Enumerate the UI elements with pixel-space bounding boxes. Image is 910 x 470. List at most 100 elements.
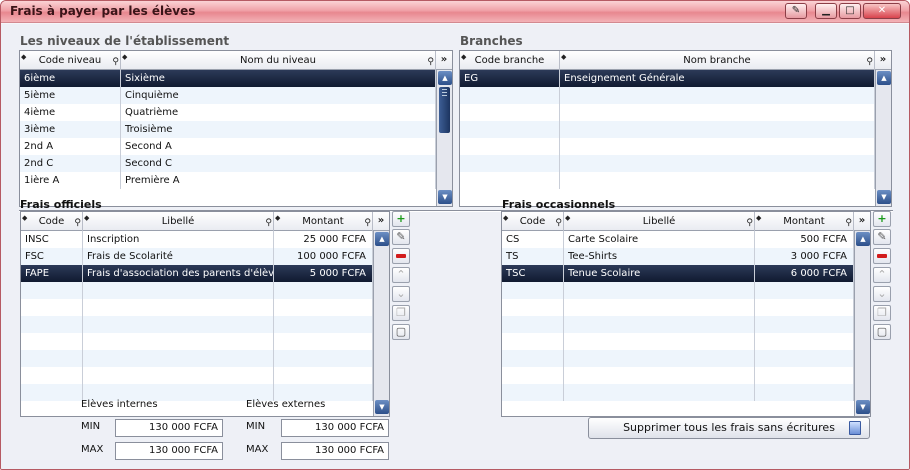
branches-col-nom[interactable]: ◆ Nom branche ⚲	[560, 51, 875, 70]
niveaux-col-nom[interactable]: ◆ Nom du niveau ⚲	[121, 51, 436, 70]
empty-row	[460, 87, 875, 104]
delete-all-fees-button[interactable]: Supprimer tous les frais sans écritures	[588, 417, 870, 439]
expand-chevrons-icon[interactable]: »	[854, 212, 870, 231]
internes-label: Elèves internes	[81, 399, 158, 410]
copy-officiel-button[interactable]: ❐	[392, 305, 410, 321]
table-cell	[274, 350, 373, 367]
table-cell	[21, 299, 83, 316]
table-cell	[564, 282, 755, 299]
table-row[interactable]: TSC Tenue Scolaire 6 000 FCFA	[502, 265, 854, 282]
scroll-thumb[interactable]	[439, 87, 450, 133]
table-cell: 500 FCFA	[755, 231, 854, 248]
title-bar[interactable]: Frais à payer par les élèves ✎ ▁ □ ✕	[1, 1, 909, 23]
occasionnels-col-montant[interactable]: ◆ Montant ⚲	[755, 212, 854, 231]
scroll-up-button[interactable]: ▲	[856, 232, 870, 246]
add-occasionnel-button[interactable]: +	[873, 211, 891, 227]
table-row[interactable]: EG Enseignement Générale	[460, 70, 875, 87]
table-cell	[460, 121, 560, 138]
table-row[interactable]: 6ième Sixième	[20, 70, 436, 87]
table-row[interactable]: TS Tee-Shirts 3 000 FCFA	[502, 248, 854, 265]
table-row[interactable]: 2nd A Second A	[20, 138, 436, 155]
table-row[interactable]: 1ière A Première A	[20, 172, 436, 189]
table-row[interactable]: CS Carte Scolaire 500 FCFA	[502, 231, 854, 248]
occasionnels-scrollbar[interactable]: ▲ ▼	[854, 231, 870, 416]
copy-occasionnel-button[interactable]: ❐	[873, 305, 891, 321]
table-cell	[83, 316, 274, 333]
externes-max-field[interactable]: 130 000 FCFA	[281, 442, 389, 460]
table-cell: 6 000 FCFA	[755, 265, 854, 282]
empty-row	[502, 367, 854, 384]
branches-col-code[interactable]: ◆ Code branche	[460, 51, 560, 70]
move-down-officiel-button[interactable]: ⌄	[392, 286, 410, 302]
content-area: Les niveaux de l'établissement ◆ Code ni…	[1, 24, 909, 469]
paste-occasionnel-button[interactable]: ▢	[873, 324, 891, 340]
table-cell	[564, 367, 755, 384]
officiels-col-code[interactable]: ◆ Code ⚲	[21, 212, 83, 231]
expand-chevrons-icon[interactable]: »	[875, 51, 891, 70]
empty-row	[21, 367, 373, 384]
occasionnels-col-libelle[interactable]: ◆ Libellé ⚲	[564, 212, 755, 231]
expand-chevrons-icon[interactable]: »	[373, 212, 389, 231]
empty-row	[21, 316, 373, 333]
table-cell: Quatrième	[121, 104, 436, 121]
table-row[interactable]: INSC Inscription 25 000 FCFA	[21, 231, 373, 248]
table-cell: 3ième	[20, 121, 121, 138]
occasionnels-col-code[interactable]: ◆ Code ⚲	[502, 212, 564, 231]
niveaux-col-code[interactable]: ◆ Code niveau ⚲	[20, 51, 121, 70]
main-window: Frais à payer par les élèves ✎ ▁ □ ✕ Les…	[0, 0, 910, 470]
table-cell	[460, 155, 560, 172]
delete-officiel-button[interactable]	[392, 248, 410, 264]
table-row[interactable]: 4ième Quatrième	[20, 104, 436, 121]
move-up-officiel-button[interactable]: ⌃	[392, 267, 410, 283]
table-cell	[755, 282, 854, 299]
scroll-down-button[interactable]: ▼	[375, 400, 389, 414]
officiels-scrollbar[interactable]: ▲ ▼	[373, 231, 389, 416]
empty-row	[460, 121, 875, 138]
trash-icon	[849, 421, 861, 435]
externes-label: Elèves externes	[246, 399, 326, 410]
internes-min-field[interactable]: 130 000 FCFA	[115, 419, 223, 437]
empty-row	[502, 384, 854, 401]
empty-row	[460, 104, 875, 121]
edit-occasionnel-button[interactable]: ✎	[873, 229, 891, 245]
tools-button[interactable]: ✎	[785, 3, 807, 19]
expand-chevrons-icon[interactable]: »	[436, 51, 452, 70]
externes-min-field[interactable]: 130 000 FCFA	[281, 419, 389, 437]
table-cell: Cinquième	[121, 87, 436, 104]
scroll-down-button[interactable]: ▼	[438, 190, 452, 204]
minimize-button[interactable]: ▁	[815, 3, 837, 19]
table-row[interactable]: 5ième Cinquième	[20, 87, 436, 104]
table-row[interactable]: 3ième Troisième	[20, 121, 436, 138]
scroll-up-button[interactable]: ▲	[438, 71, 452, 85]
internes-min-label: MIN	[81, 421, 101, 432]
edit-officiel-button[interactable]: ✎	[392, 229, 410, 245]
empty-row	[502, 282, 854, 299]
empty-row	[460, 138, 875, 155]
table-cell: Second A	[121, 138, 436, 155]
empty-row	[502, 333, 854, 350]
table-cell	[83, 333, 274, 350]
move-up-occasionnel-button[interactable]: ⌃	[873, 267, 891, 283]
officiels-title: Frais officiels	[20, 198, 102, 211]
internes-max-field[interactable]: 130 000 FCFA	[115, 442, 223, 460]
table-cell	[21, 384, 83, 401]
delete-occasionnel-button[interactable]	[873, 248, 891, 264]
table-row[interactable]: FSC Frais de Scolarité 100 000 FCFA	[21, 248, 373, 265]
maximize-button[interactable]: □	[839, 3, 861, 19]
add-officiel-button[interactable]: +	[392, 211, 410, 227]
scroll-up-button[interactable]: ▲	[877, 71, 891, 85]
branches-scrollbar[interactable]: ▲ ▼	[875, 70, 891, 206]
table-row[interactable]: FAPE Frais d'association des parents d'él…	[21, 265, 373, 282]
table-cell: TSC	[502, 265, 564, 282]
move-down-occasionnel-button[interactable]: ⌄	[873, 286, 891, 302]
scroll-up-button[interactable]: ▲	[375, 232, 389, 246]
officiels-col-libelle[interactable]: ◆ Libellé ⚲	[83, 212, 274, 231]
niveaux-scrollbar[interactable]: ▲ ▼	[436, 70, 452, 206]
close-button[interactable]: ✕	[863, 3, 901, 19]
paste-officiel-button[interactable]: ▢	[392, 324, 410, 340]
officiels-col-montant[interactable]: ◆ Montant ⚲	[274, 212, 373, 231]
table-row[interactable]: 2nd C Second C	[20, 155, 436, 172]
scroll-down-button[interactable]: ▼	[877, 190, 891, 204]
scroll-down-button[interactable]: ▼	[856, 400, 870, 414]
branches-header: ◆ Code branche ◆ Nom branche ⚲ »	[460, 51, 891, 70]
